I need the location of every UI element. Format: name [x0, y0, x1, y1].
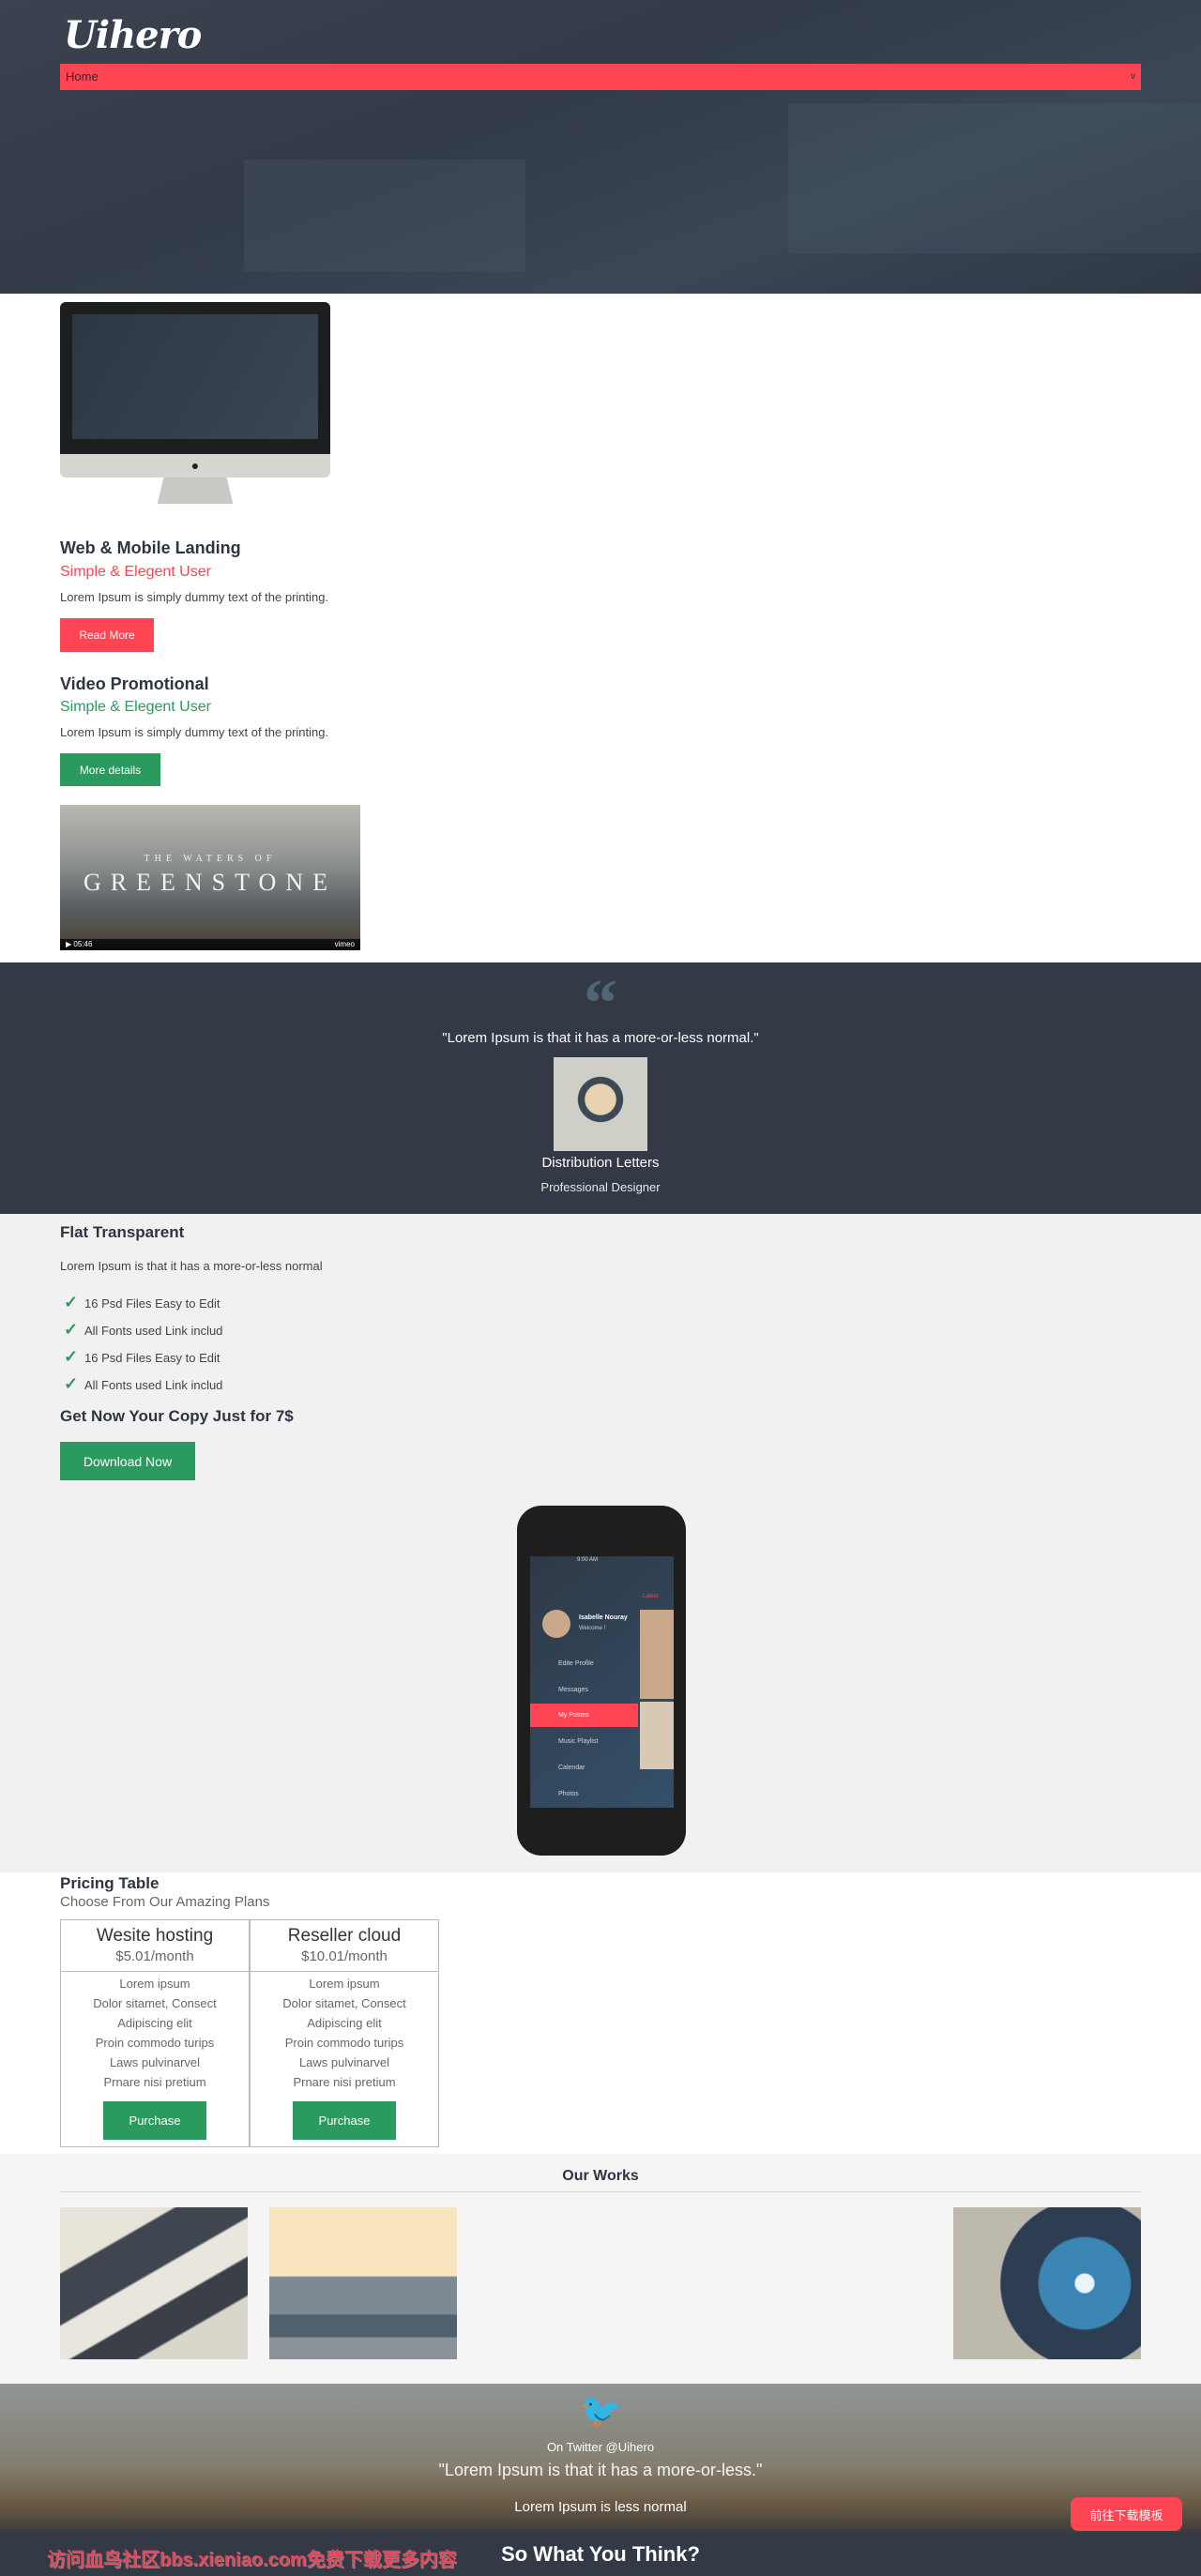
- feature-subtitle: Simple & Elegent User: [60, 699, 211, 715]
- pricing-plan: Wesite hosting $5.01/month Lorem ipsum Dol…: [60, 1919, 250, 2147]
- feature-title: Video Promotional: [60, 674, 209, 693]
- hero-header: Uihero Home v: [0, 0, 1201, 294]
- testimonial-section: “ "Lorem Ipsum is that it has a more-or-…: [0, 962, 1201, 1214]
- pricing-table: Wesite hosting $5.01/month Lorem ipsum Dol…: [60, 1919, 439, 2147]
- video-title: GREENSTONE: [84, 869, 337, 896]
- download-now-button[interactable]: Download Now: [60, 1442, 195, 1480]
- work-thumbnail-cake[interactable]: [60, 2207, 248, 2359]
- download-template-button[interactable]: 前往下载模板: [1071, 2497, 1182, 2531]
- chevron-down-icon: v: [1131, 71, 1135, 82]
- testimonial-quote: "Lorem Ipsum is that it has a more-or-le…: [442, 1030, 759, 1046]
- apple-icon: ●: [60, 454, 330, 477]
- work-thumbnail-binoculars[interactable]: [953, 2207, 1141, 2359]
- nav-select[interactable]: Home v: [60, 64, 1141, 90]
- tweet-quote: "Lorem Ipsum is that it has a more-or-le…: [438, 2461, 763, 2479]
- video-duration: 05:46: [73, 940, 93, 948]
- twitter-section: 🐦 On Twitter @Uihero "Lorem Ipsum is tha…: [0, 2384, 1201, 2533]
- check-icon: ✓: [64, 1374, 79, 1393]
- list-item: ✓ All Fonts used Link includ: [64, 1320, 223, 1339]
- list-item: ✓ 16 Psd Files Easy to Edit: [64, 1347, 220, 1366]
- purchase-button[interactable]: Purchase: [293, 2101, 396, 2140]
- work-thumbnail-city-bridge[interactable]: [269, 2207, 457, 2359]
- section-text: Lorem Ipsum is that it has a more-or-les…: [60, 1259, 323, 1273]
- imac-mockup-image: ●: [60, 302, 330, 521]
- check-icon: ✓: [64, 1320, 79, 1339]
- feature-title: Web & Mobile Landing: [60, 538, 241, 557]
- nav-selected-label: Home: [66, 69, 99, 83]
- check-icon: ✓: [64, 1347, 79, 1366]
- testimonial-name: Distribution Letters: [541, 1155, 660, 1171]
- testimonial-role: Professional Designer: [540, 1180, 661, 1194]
- check-icon: ✓: [64, 1293, 79, 1311]
- read-more-button[interactable]: Read More: [60, 618, 154, 652]
- video-kicker: THE WATERS OF: [144, 854, 277, 864]
- vimeo-logo: vimeo: [334, 940, 355, 948]
- twitter-bird-icon[interactable]: 🐦: [0, 2391, 1201, 2431]
- list-item: ✓ All Fonts used Link includ: [64, 1374, 223, 1393]
- play-icon[interactable]: ▶: [66, 940, 71, 948]
- twitter-handle[interactable]: On Twitter @Uihero: [0, 2440, 1201, 2454]
- works-title: Our Works: [562, 2168, 639, 2184]
- more-details-button[interactable]: More details: [60, 753, 160, 786]
- purchase-button[interactable]: Purchase: [103, 2101, 206, 2140]
- logo[interactable]: Uihero: [64, 13, 202, 57]
- avatar: [554, 1057, 647, 1151]
- section-title: Flat Transparent: [60, 1223, 185, 1241]
- cta-heading: Get Now Your Copy Just for 7$: [60, 1407, 294, 1425]
- video-player[interactable]: THE WATERS OF GREENSTONE ▶ 05:46 vimeo: [60, 805, 360, 950]
- plan-name: Wesite hosting: [96, 1926, 214, 1946]
- plan-price: $5.01/month: [115, 1948, 194, 1964]
- pricing-plan: Reseller cloud $10.01/month Lorem ipsum Do…: [250, 1919, 439, 2147]
- our-works-section: Our Works: [0, 2154, 1201, 2384]
- feedback-section: So What You Think? 访问血鸟社区bbs.xieniao.com…: [0, 2533, 1201, 2576]
- phone-mockup-image: 9:00 AM Isabelle Nouray Welcome ! Edite …: [517, 1506, 686, 1856]
- pricing-subtitle: Choose From Our Amazing Plans: [60, 1894, 270, 1910]
- plan-name: Reseller cloud: [287, 1926, 402, 1946]
- feature-subtitle: Simple & Elegent User: [60, 564, 211, 580]
- feature-text: Lorem Ipsum is simply dummy text of the …: [60, 590, 329, 604]
- pricing-title: Pricing Table: [60, 1874, 160, 1892]
- feature-text: Lorem Ipsum is simply dummy text of the …: [60, 725, 329, 739]
- tweet-text: Lorem Ipsum is less normal: [514, 2499, 687, 2515]
- watermark-text: 访问血鸟社区bbs.xieniao.com免费下载更多内容: [47, 2550, 457, 2570]
- plan-price: $10.01/month: [301, 1948, 388, 1964]
- list-item: ✓ 16 Psd Files Easy to Edit: [64, 1293, 220, 1311]
